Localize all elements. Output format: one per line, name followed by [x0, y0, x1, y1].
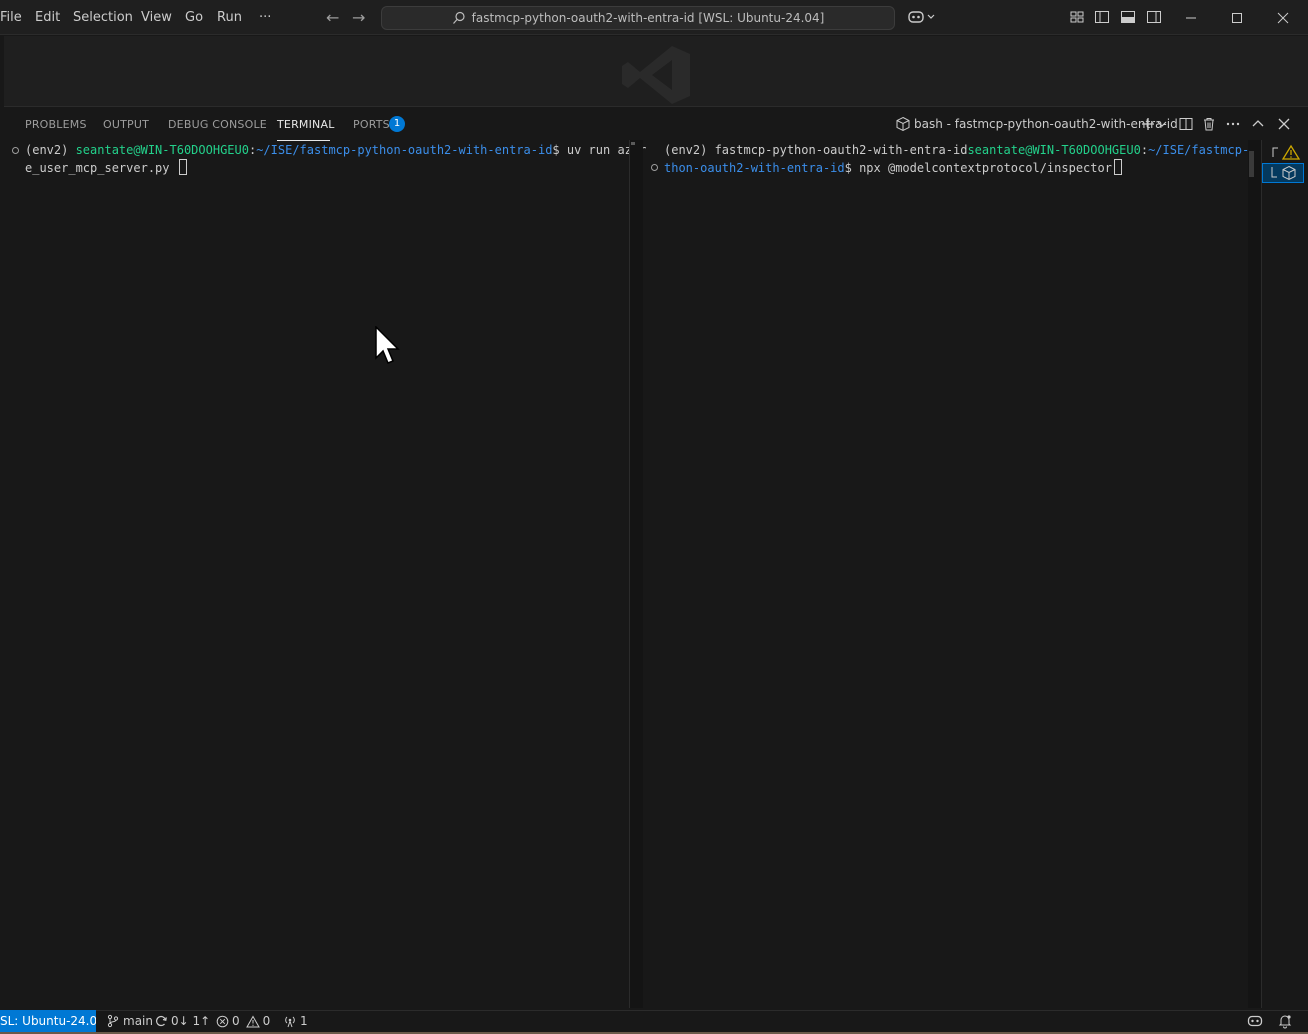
- more-actions-icon[interactable]: [1225, 116, 1241, 132]
- branch-indicator[interactable]: main: [106, 1010, 153, 1032]
- tab-debug-console[interactable]: DEBUG CONSOLE: [168, 118, 267, 132]
- copilot-status-icon[interactable]: [1247, 1013, 1263, 1029]
- warning-icon: [245, 1014, 260, 1027]
- sync-label: 0↓ 1↑: [171, 1014, 211, 1028]
- terminal-list-item-selected[interactable]: [1262, 163, 1304, 183]
- terminal-right-line2[interactable]: thon-oauth2-with-entra-id$ npx @modelcon…: [664, 159, 1122, 177]
- problems-indicator[interactable]: 0 0: [216, 1010, 270, 1032]
- prompt-path: ~/ISE/fastmcp-py: [1148, 143, 1264, 157]
- terminal-left-line1[interactable]: (env2) seantate@WIN-T60DOOHGEU0:~/ISE/fa…: [25, 142, 646, 159]
- scrollbar-thumb[interactable]: [1249, 151, 1254, 177]
- ports-badge: 1: [389, 116, 405, 132]
- prompt-symbol: $: [844, 161, 860, 175]
- toggle-secondary-sidebar-icon[interactable]: [1146, 9, 1162, 25]
- prompt-colon: :: [1140, 143, 1149, 157]
- back-arrow-icon[interactable]: ←: [326, 0, 339, 35]
- terminal-left-line2[interactable]: e_user_mcp_server.py: [25, 159, 187, 177]
- tab-terminal[interactable]: TERMINAL: [277, 118, 335, 132]
- git-branch-icon: [107, 1014, 119, 1028]
- error-icon: [216, 1015, 229, 1027]
- tab-output[interactable]: OUTPUT: [103, 118, 149, 132]
- sync-icon: [156, 1016, 167, 1027]
- vscode-watermark-icon: [622, 46, 690, 104]
- menu-file[interactable]: File: [0, 0, 22, 35]
- close-window-icon[interactable]: [1260, 0, 1306, 35]
- notifications-bell-icon[interactable]: [1277, 1013, 1293, 1029]
- scrollbar-marker: [631, 142, 635, 145]
- menu-selection[interactable]: Selection: [73, 0, 133, 35]
- terminal-profile-icon: [896, 116, 910, 132]
- menu-go[interactable]: Go: [185, 0, 203, 35]
- sync-indicator[interactable]: 0↓ 1↑: [154, 1010, 210, 1032]
- command-center[interactable]: fastmcp-python-oauth2-with-entra-id [WSL…: [381, 6, 895, 30]
- terminal-tabs-list: [1261, 140, 1308, 1008]
- maximize-icon[interactable]: [1214, 0, 1260, 35]
- terminal-profile-icon: [1271, 165, 1296, 181]
- prompt-user: seantate@WIN-T60DOOHGEU0: [75, 143, 249, 157]
- minimize-icon[interactable]: [1168, 0, 1214, 35]
- error-count: 0: [232, 1014, 240, 1028]
- command-decoration-icon[interactable]: [651, 164, 658, 171]
- warning-count: 0: [262, 1014, 271, 1028]
- terminal-left-scrollbar[interactable]: [630, 140, 643, 1008]
- radio-tower-icon: [285, 1016, 295, 1028]
- command-center-label: fastmcp-python-oauth2-with-entra-id [WSL…: [471, 11, 825, 25]
- customize-layout-icon[interactable]: [1069, 9, 1085, 25]
- toggle-primary-sidebar-icon[interactable]: [1094, 9, 1110, 25]
- terminal-cursor: [178, 159, 187, 175]
- tab-ports[interactable]: PORTS: [353, 118, 390, 132]
- chevron-down-icon[interactable]: [1156, 116, 1168, 132]
- terminal-list-item-warning[interactable]: [1270, 143, 1304, 161]
- command-decoration-icon[interactable]: [12, 147, 19, 154]
- maximize-panel-icon[interactable]: [1250, 116, 1266, 132]
- prompt-path: thon-oauth2-with-entra-id: [664, 161, 845, 175]
- env-label: (env2) fastmcp-python-oauth2-with-entra-…: [664, 143, 968, 157]
- prompt-symbol: $: [552, 143, 567, 157]
- menu-view[interactable]: View: [141, 0, 172, 35]
- split-terminal-icon[interactable]: [1178, 116, 1194, 132]
- mouse-pointer-icon: [375, 326, 400, 364]
- command-text: e_user_mcp_server.py: [25, 161, 177, 175]
- command-text: npx @modelcontextprotocol/inspector: [859, 161, 1112, 175]
- tab-problems[interactable]: PROBLEMS: [25, 118, 87, 132]
- env-label: (env2): [25, 143, 76, 157]
- terminal-right-scrollbar[interactable]: [1248, 140, 1261, 1008]
- terminal-cursor: [1113, 159, 1122, 175]
- toggle-panel-icon[interactable]: [1120, 9, 1136, 25]
- menu-edit[interactable]: Edit: [35, 0, 60, 35]
- panel: [4, 106, 1308, 1010]
- terminal-name[interactable]: bash - fastmcp-python-oauth2-with-entra-…: [914, 117, 1178, 131]
- ports-indicator[interactable]: 1: [283, 1010, 308, 1032]
- copilot-icon[interactable]: [908, 9, 938, 25]
- prompt-user: seantate@WIN-T60DOOHGEU0: [967, 143, 1141, 157]
- terminal-right-line1[interactable]: (env2) fastmcp-python-oauth2-with-entra-…: [664, 142, 1264, 159]
- trash-icon[interactable]: [1201, 116, 1217, 132]
- search-icon: [452, 11, 465, 24]
- prompt-path: ~/ISE/fastmcp-python-oauth2-with-entra-i…: [256, 143, 553, 157]
- branch-label: main: [123, 1014, 153, 1028]
- close-panel-icon[interactable]: [1276, 116, 1292, 132]
- forward-arrow-icon[interactable]: →: [352, 0, 365, 35]
- remote-indicator[interactable]: SL: Ubuntu-24.04: [0, 1010, 96, 1032]
- new-terminal-icon[interactable]: [1140, 116, 1156, 132]
- active-tab-indicator: [277, 140, 330, 141]
- menu-run[interactable]: Run: [217, 0, 242, 35]
- ports-count: 1: [300, 1014, 308, 1028]
- menu-more[interactable]: ···: [259, 0, 271, 35]
